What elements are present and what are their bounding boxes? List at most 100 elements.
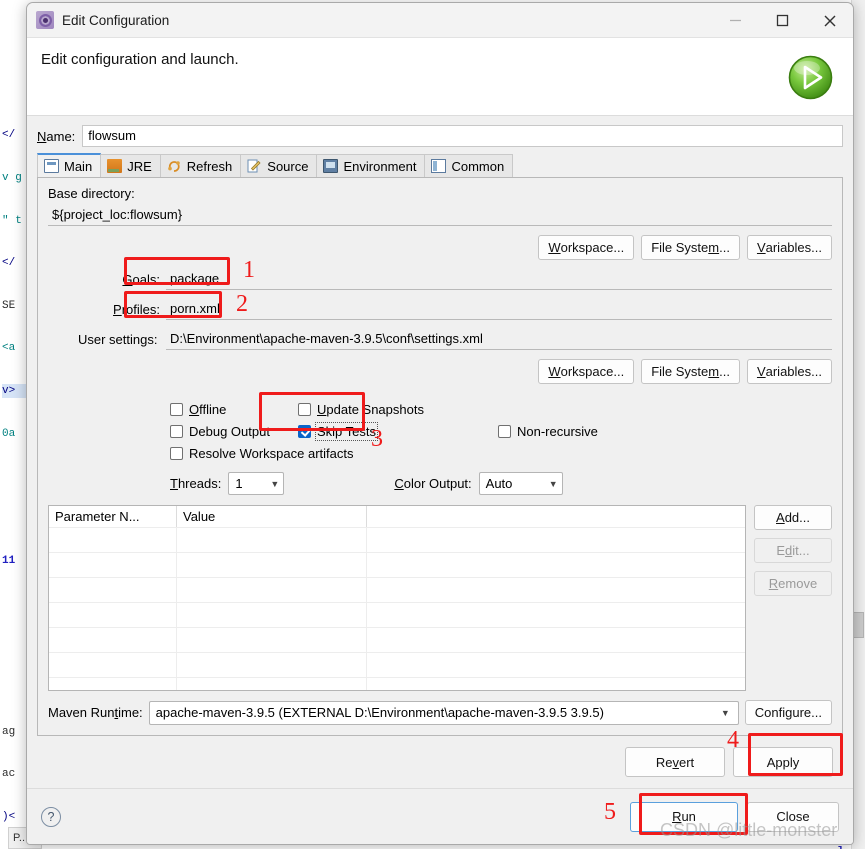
offline-checkbox[interactable] <box>170 402 183 416</box>
maven-runtime-select[interactable]: apache-maven-3.9.5 (EXTERNAL D:\Environm… <box>148 700 739 725</box>
skip-tests-label: Skip Tests <box>314 421 379 441</box>
run-button[interactable]: Run <box>630 801 738 832</box>
goals-label: Goals: <box>122 271 160 287</box>
revert-button[interactable]: Re v ert <box>625 747 725 777</box>
color-output-label: Color Output: <box>394 476 472 491</box>
goals-input[interactable]: package <box>166 268 832 290</box>
debug-output-label: Debug Output <box>189 423 270 439</box>
table-row[interactable] <box>49 602 745 627</box>
checkbox-update-snapshots[interactable]: Update Snapshots <box>298 402 498 417</box>
checkbox-row-1: Offline Update Snapshots <box>170 398 832 420</box>
settings-file-system-button[interactable]: File Syste m... <box>641 359 740 384</box>
environment-tab-icon <box>323 159 339 173</box>
table-row[interactable] <box>49 677 745 690</box>
add-parameter-button[interactable]: Add... <box>754 505 832 530</box>
base-directory-label: Base directory: <box>48 186 135 201</box>
main-tab-icon <box>44 159 59 173</box>
color-output-value: Auto <box>485 476 513 491</box>
parameters-table-buttons: Add... Ed it... Remove <box>754 505 832 691</box>
threads-color-row: Threads: 1 ▼ Color Output: Auto ▼ <box>48 472 832 495</box>
tab-source-label: Source <box>267 158 309 174</box>
table-row[interactable] <box>49 577 745 602</box>
gear-icon <box>36 11 54 29</box>
dialog-message: Edit configuration and launch. <box>41 51 239 68</box>
settings-variables-button[interactable]: Variables... <box>746 359 832 384</box>
parameters-table[interactable]: Parameter N... Value <box>48 505 746 691</box>
name-input[interactable]: flowsum <box>82 125 843 147</box>
goals-row: Goals: package <box>48 268 832 290</box>
threads-select[interactable]: 1 ▼ <box>228 472 285 495</box>
remove-parameter-button[interactable]: Remove <box>754 571 832 596</box>
edit-parameter-button[interactable]: Ed it... <box>754 538 832 563</box>
non-recursive-label: Non-recursive <box>517 423 598 439</box>
run-play-icon <box>787 54 834 101</box>
maven-runtime-value: apache-maven-3.9.5 (EXTERNAL D:\Environm… <box>155 705 604 720</box>
base-variables-button[interactable]: Variables... <box>746 235 832 260</box>
tab-refresh-label: Refresh <box>186 158 233 174</box>
configure-button[interactable]: Configure... <box>744 700 832 725</box>
user-settings-row: User settings: D:\Environment\apache-mav… <box>48 328 832 350</box>
tab-main-label: Main <box>64 158 93 174</box>
table-row[interactable] <box>49 652 745 677</box>
tab-main[interactable]: Main <box>37 153 102 177</box>
tab-source[interactable]: Source <box>240 154 318 177</box>
apply-bar: Re v ert Apply <box>37 736 843 788</box>
minimize-icon[interactable] <box>712 3 759 38</box>
checkbox-debug-output[interactable]: Debug Output <box>170 424 298 439</box>
column-header-value[interactable]: Value <box>177 506 367 527</box>
threads-label: Threads: <box>170 476 222 491</box>
debug-output-checkbox[interactable] <box>170 424 183 438</box>
dialog-title: Edit Configuration <box>62 12 170 28</box>
settings-workspace-button[interactable]: Workspace... <box>538 359 635 384</box>
apply-button[interactable]: Apply <box>733 747 833 777</box>
threads-value: 1 <box>235 476 243 491</box>
offline-label: Offline <box>189 401 227 417</box>
user-settings-input[interactable]: D:\Environment\apache-maven-3.9.5\conf\s… <box>166 328 832 350</box>
tab-refresh[interactable]: Refresh <box>159 154 242 177</box>
resolve-workspace-artifacts-label: Resolve Workspace artifacts <box>189 445 354 461</box>
checkbox-skip-tests[interactable]: Skip Tests <box>298 421 498 441</box>
checkbox-resolve-workspace-artifacts[interactable]: Resolve Workspace artifacts <box>170 446 354 461</box>
profiles-row: Profiles: porn.xml <box>48 298 832 320</box>
tab-environment[interactable]: Environment <box>316 154 426 177</box>
color-output-select[interactable]: Auto ▼ <box>478 472 563 495</box>
tab-jre[interactable]: JRE <box>100 154 161 177</box>
close-icon[interactable] <box>806 3 853 38</box>
checkbox-non-recursive[interactable]: Non-recursive <box>498 424 598 439</box>
update-snapshots-checkbox[interactable] <box>298 402 311 416</box>
common-tab-icon <box>431 159 447 173</box>
resolve-workspace-artifacts-checkbox[interactable] <box>170 446 183 460</box>
tabstrip: Main JRE Refresh Source Environment Comm… <box>37 153 843 178</box>
base-file-system-button[interactable]: File Syste m... <box>641 235 740 260</box>
dialog-titlebar[interactable]: Edit Configuration <box>27 3 853 38</box>
checkbox-row-3: Resolve Workspace artifacts <box>170 442 832 464</box>
base-directory-input[interactable]: ${project_loc:flowsum} <box>48 204 832 226</box>
table-row[interactable] <box>49 527 745 552</box>
tab-common-label: Common <box>451 158 505 174</box>
edit-configuration-dialog: Edit Configuration Edit configuration an… <box>26 2 854 845</box>
non-recursive-checkbox[interactable] <box>498 424 511 438</box>
maven-runtime-row: Maven Runtime: apache-maven-3.9.5 (EXTER… <box>48 700 832 725</box>
table-row[interactable] <box>49 627 745 652</box>
footer-buttons: Run Close <box>630 801 839 832</box>
user-settings-buttons: Workspace... File Syste m... Variables... <box>48 359 832 384</box>
maven-runtime-label: Maven Runtime: <box>48 705 143 720</box>
checkbox-offline[interactable]: Offline <box>170 402 298 417</box>
tab-environment-label: Environment <box>343 158 417 174</box>
source-tab-icon <box>247 159 262 173</box>
tab-jre-label: JRE <box>127 158 152 174</box>
column-header-extra[interactable] <box>367 506 745 527</box>
skip-tests-checkbox[interactable] <box>298 424 311 438</box>
parameters-table-header: Parameter N... Value <box>49 506 745 527</box>
base-workspace-button[interactable]: Workspace... <box>538 235 635 260</box>
column-header-parameter-name[interactable]: Parameter N... <box>49 506 177 527</box>
name-row: Name: flowsum <box>37 125 843 147</box>
close-button[interactable]: Close <box>747 801 839 832</box>
maximize-icon[interactable] <box>759 3 806 38</box>
user-settings-label: User settings: <box>78 331 158 347</box>
tab-common[interactable]: Common <box>424 154 514 177</box>
chevron-down-icon: ▼ <box>270 478 280 489</box>
help-icon[interactable]: ? <box>41 806 61 827</box>
table-row[interactable] <box>49 552 745 577</box>
profiles-input[interactable]: porn.xml <box>166 298 832 320</box>
